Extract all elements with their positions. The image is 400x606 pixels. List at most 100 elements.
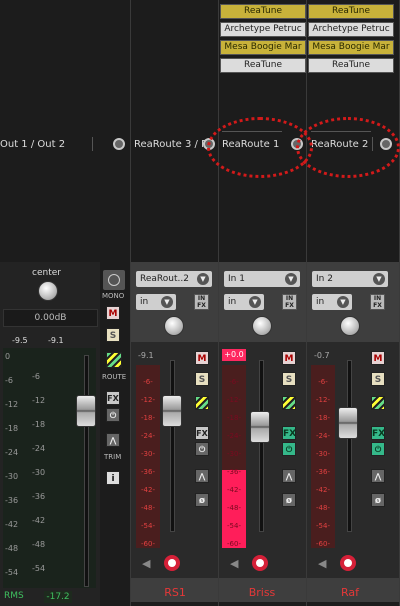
mono-label: MONO [102,292,125,300]
meter-tick: -54- [316,522,330,530]
rms-value: -17.2 [44,591,72,603]
meter-tick: -60- [141,540,155,548]
meter-tick: -42- [141,486,155,494]
pan-label: center [32,268,61,278]
master-meter-tick: -24 [32,444,46,453]
fx-button[interactable]: FX [195,426,209,440]
master-pan-knob[interactable] [38,281,58,301]
phase-button[interactable]: ø [371,493,385,507]
chevron-down-icon: ▼ [373,273,385,285]
mute-button[interactable]: M [282,351,296,365]
fx-slot[interactable]: ReaTune [220,4,306,19]
meter-tick: -12- [227,396,241,404]
fx-button[interactable]: FX [371,426,385,440]
envelope-icon[interactable]: ⋀ [282,469,296,483]
master-meter-tick: -6 [32,372,40,381]
in-fx-button[interactable]: IN FX [282,294,297,310]
input-select[interactable]: In 2 ▼ [312,271,388,287]
volume-fader[interactable] [338,407,358,439]
mode-select[interactable]: in ▼ [312,294,352,310]
meter-tick: -36- [316,468,330,476]
track-name[interactable]: Raf [325,586,375,599]
record-arm-button[interactable] [252,555,268,571]
solo-button[interactable]: S [371,372,385,386]
speaker-icon[interactable]: ◀ [318,557,326,570]
fader-track [347,360,352,532]
mute-button[interactable]: M [371,351,385,365]
master-meter-tick: -42 [5,520,19,529]
record-arm-button[interactable] [164,555,180,571]
speaker-icon[interactable]: ◀ [230,557,238,570]
meter-tick: -24- [316,432,330,440]
meter-tick: -48- [316,504,330,512]
envelope-icon[interactable]: ⋀ [106,433,120,447]
fx-slot[interactable]: Mesa Boogie Mar [220,40,306,55]
record-arm-button[interactable] [340,555,356,571]
route-knob-icon[interactable] [113,138,125,150]
master-meter-tick: -24 [5,448,19,457]
mode-select[interactable]: in ▼ [136,294,176,310]
envelope-icon[interactable]: ⋀ [371,469,385,483]
meter-tick: -18- [141,414,155,422]
route-button[interactable] [195,396,209,410]
master-fx-button[interactable]: FX [106,391,120,405]
volume-fader[interactable] [250,411,270,443]
mode-value: in [140,297,149,307]
info-button[interactable]: i [106,471,120,485]
master-route-button[interactable] [106,352,122,368]
volume-fader[interactable] [162,395,182,427]
input-value: In 2 [316,274,333,284]
route-button[interactable] [371,396,385,410]
chevron-down-icon: ▼ [249,296,261,308]
meter-tick: -6- [318,378,328,386]
pan-knob[interactable] [252,316,272,336]
meter-tick: -12- [316,396,330,404]
pan-knob[interactable] [164,316,184,336]
pan-knob[interactable] [340,316,360,336]
meter-tick: -48- [227,504,241,512]
fx-button[interactable]: FX [282,426,296,440]
peak-left: -9.5 [12,336,28,345]
meter-tick: -24- [141,432,155,440]
master-meter-tick: -6 [5,376,13,385]
master-mute-button[interactable]: M [106,306,120,320]
route-button[interactable] [282,396,296,410]
fx-slot[interactable]: ReaTune [308,58,394,73]
in-fx-button[interactable]: IN FX [370,294,385,310]
input-select[interactable]: ReaRout..2 ▼ [136,271,212,287]
track-name[interactable]: RS1 [150,586,200,599]
fx-slot[interactable]: ReaTune [220,58,306,73]
track-name[interactable]: Briss [237,586,287,599]
mono-toggle[interactable] [103,270,125,290]
master-meter-tick: -12 [5,400,19,409]
solo-button[interactable]: S [195,372,209,386]
meter-tick: -6- [229,378,239,386]
master-meter-tick: -18 [32,420,46,429]
power-icon[interactable]: ⏻ [371,442,385,456]
master-solo-button[interactable]: S [106,328,120,342]
fx-slot[interactable]: Archetype Petruc [308,22,394,37]
route-label-rs1[interactable]: ReaRoute 3 / F [134,139,207,150]
power-icon[interactable]: ⏻ [282,442,296,456]
mode-value: in [228,297,237,307]
fader-track [84,355,89,587]
mode-select[interactable]: in ▼ [224,294,264,310]
envelope-icon[interactable]: ⋀ [195,469,209,483]
input-select[interactable]: In 1 ▼ [224,271,300,287]
master-volume-readout[interactable]: 0.00dB [3,309,98,327]
in-fx-button[interactable]: IN FX [194,294,209,310]
mute-button[interactable]: M [195,351,209,365]
master-volume-fader[interactable] [76,395,96,427]
power-icon[interactable]: ⏻ [195,442,209,456]
phase-button[interactable]: ø [195,493,209,507]
fx-slot[interactable]: Archetype Petruc [220,22,306,37]
fx-slot[interactable]: Mesa Boogie Mar [308,40,394,55]
separator [92,137,93,151]
master-output-label[interactable]: Out 1 / Out 2 [0,139,65,150]
fx-slot[interactable]: ReaTune [308,4,394,19]
solo-button[interactable]: S [282,372,296,386]
power-icon[interactable]: ⏻ [106,408,120,422]
speaker-icon[interactable]: ◀ [142,557,150,570]
phase-button[interactable]: ø [282,493,296,507]
meter-tick: -54- [141,522,155,530]
